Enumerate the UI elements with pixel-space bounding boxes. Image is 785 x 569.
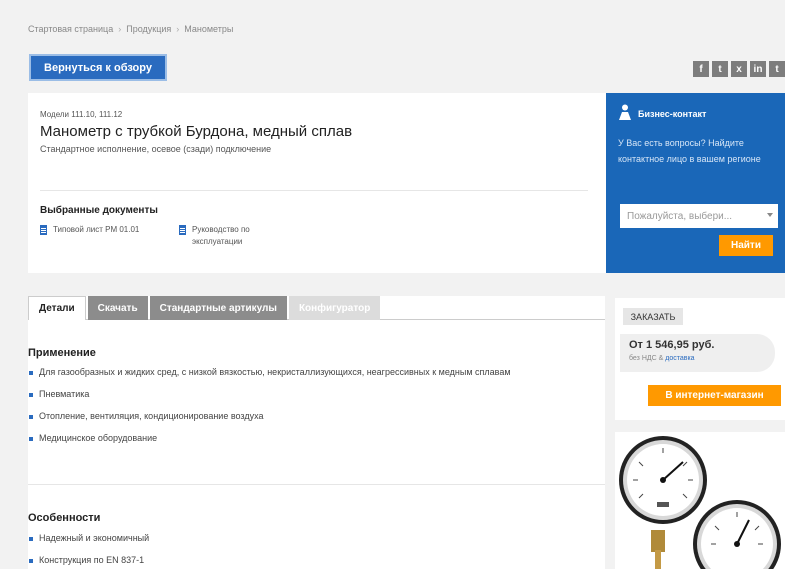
product-models: Модели 111.10, 111.12 [40, 110, 123, 119]
product-subtitle: Стандартное исполнение, осевое (сзади) п… [40, 144, 272, 154]
breadcrumb-manometers[interactable]: Манометры [184, 24, 233, 34]
region-select[interactable]: Пожалуйста, выбери... [620, 204, 778, 228]
find-button[interactable]: Найти [719, 235, 773, 256]
document-manual-link[interactable]: Руководство по эксплуатации [179, 224, 279, 248]
list-item: Конструкция по EN 837-1 [28, 555, 149, 565]
vat-note: без НДС & доставка [629, 355, 695, 362]
breadcrumb-products[interactable]: Продукция [126, 24, 171, 34]
business-contact-panel: Бизнес-контакт У Вас есть вопросы? Найди… [606, 93, 785, 273]
twitter-icon[interactable]: t [712, 61, 728, 77]
list-item: Медицинское оборудование [28, 433, 511, 443]
facebook-icon[interactable]: f [693, 61, 709, 77]
back-to-overview-button[interactable]: Вернуться к обзору [29, 54, 167, 81]
product-card: Модели 111.10, 111.12 Манометр с трубкой… [28, 93, 606, 273]
business-contact-text: У Вас есть вопросы? Найдите контактное л… [618, 138, 761, 164]
tab-details[interactable]: Детали [28, 296, 86, 320]
chevron-down-icon [767, 213, 773, 217]
linkedin-icon[interactable]: in [750, 61, 766, 77]
list-item: Для газообразных и жидких сред, с низкой… [28, 367, 511, 377]
document-icon [40, 225, 47, 235]
document-label: Руководство по эксплуатации [192, 225, 250, 246]
features-list: Надежный и экономичный Конструкция по EN… [28, 533, 149, 565]
tab-bar: Детали Скачать Стандартные артикулы Конф… [28, 296, 381, 320]
pressure-gauge-image [619, 436, 781, 569]
tumblr-icon[interactable]: t [769, 61, 785, 77]
divider [28, 484, 605, 485]
social-share-bar: f t x in t [693, 61, 785, 78]
application-heading: Применение [28, 347, 96, 359]
price: От 1 546,95 руб. [629, 339, 715, 351]
document-label: Типовой лист PM 01.01 [53, 225, 140, 234]
page-title: Манометр с трубкой Бурдона, медный сплав [40, 123, 353, 140]
order-label: ЗАКАЗАТЬ [623, 308, 683, 325]
region-select-value: Пожалуйста, выбери... [627, 210, 733, 222]
document-icon [179, 225, 186, 235]
xing-icon[interactable]: x [731, 61, 747, 77]
list-item: Отопление, вентиляция, кондиционирование… [28, 411, 511, 421]
breadcrumb: Стартовая страница › Продукция › Манометры [28, 24, 233, 34]
tab-standard-articles[interactable]: Стандартные артикулы [149, 296, 287, 320]
product-image [615, 432, 785, 569]
application-list: Для газообразных и жидких сред, с низкой… [28, 367, 511, 443]
list-item: Пневматика [28, 389, 511, 399]
document-datasheet-link[interactable]: Типовой лист PM 01.01 [40, 224, 139, 236]
online-shop-button[interactable]: В интернет-магазин [648, 385, 781, 406]
breadcrumb-separator: › [176, 24, 180, 34]
order-panel: ЗАКАЗАТЬ От 1 546,95 руб. без НДС & дост… [615, 298, 785, 420]
vat-text: без НДС & [629, 355, 664, 362]
divider [40, 190, 588, 191]
list-item: Надежный и экономичный [28, 533, 149, 543]
person-icon [619, 104, 631, 120]
tab-download[interactable]: Скачать [87, 296, 148, 320]
tab-configurator[interactable]: Конфигуратор [288, 296, 381, 320]
selected-documents-heading: Выбранные документы [40, 205, 158, 216]
details-panel: Детали Скачать Стандартные артикулы Конф… [28, 296, 605, 569]
breadcrumb-home[interactable]: Стартовая страница [28, 24, 113, 34]
breadcrumb-separator: › [118, 24, 122, 34]
business-contact-title: Бизнес-контакт [638, 109, 707, 119]
delivery-link[interactable]: доставка [665, 355, 694, 362]
features-heading: Особенности [28, 512, 101, 524]
